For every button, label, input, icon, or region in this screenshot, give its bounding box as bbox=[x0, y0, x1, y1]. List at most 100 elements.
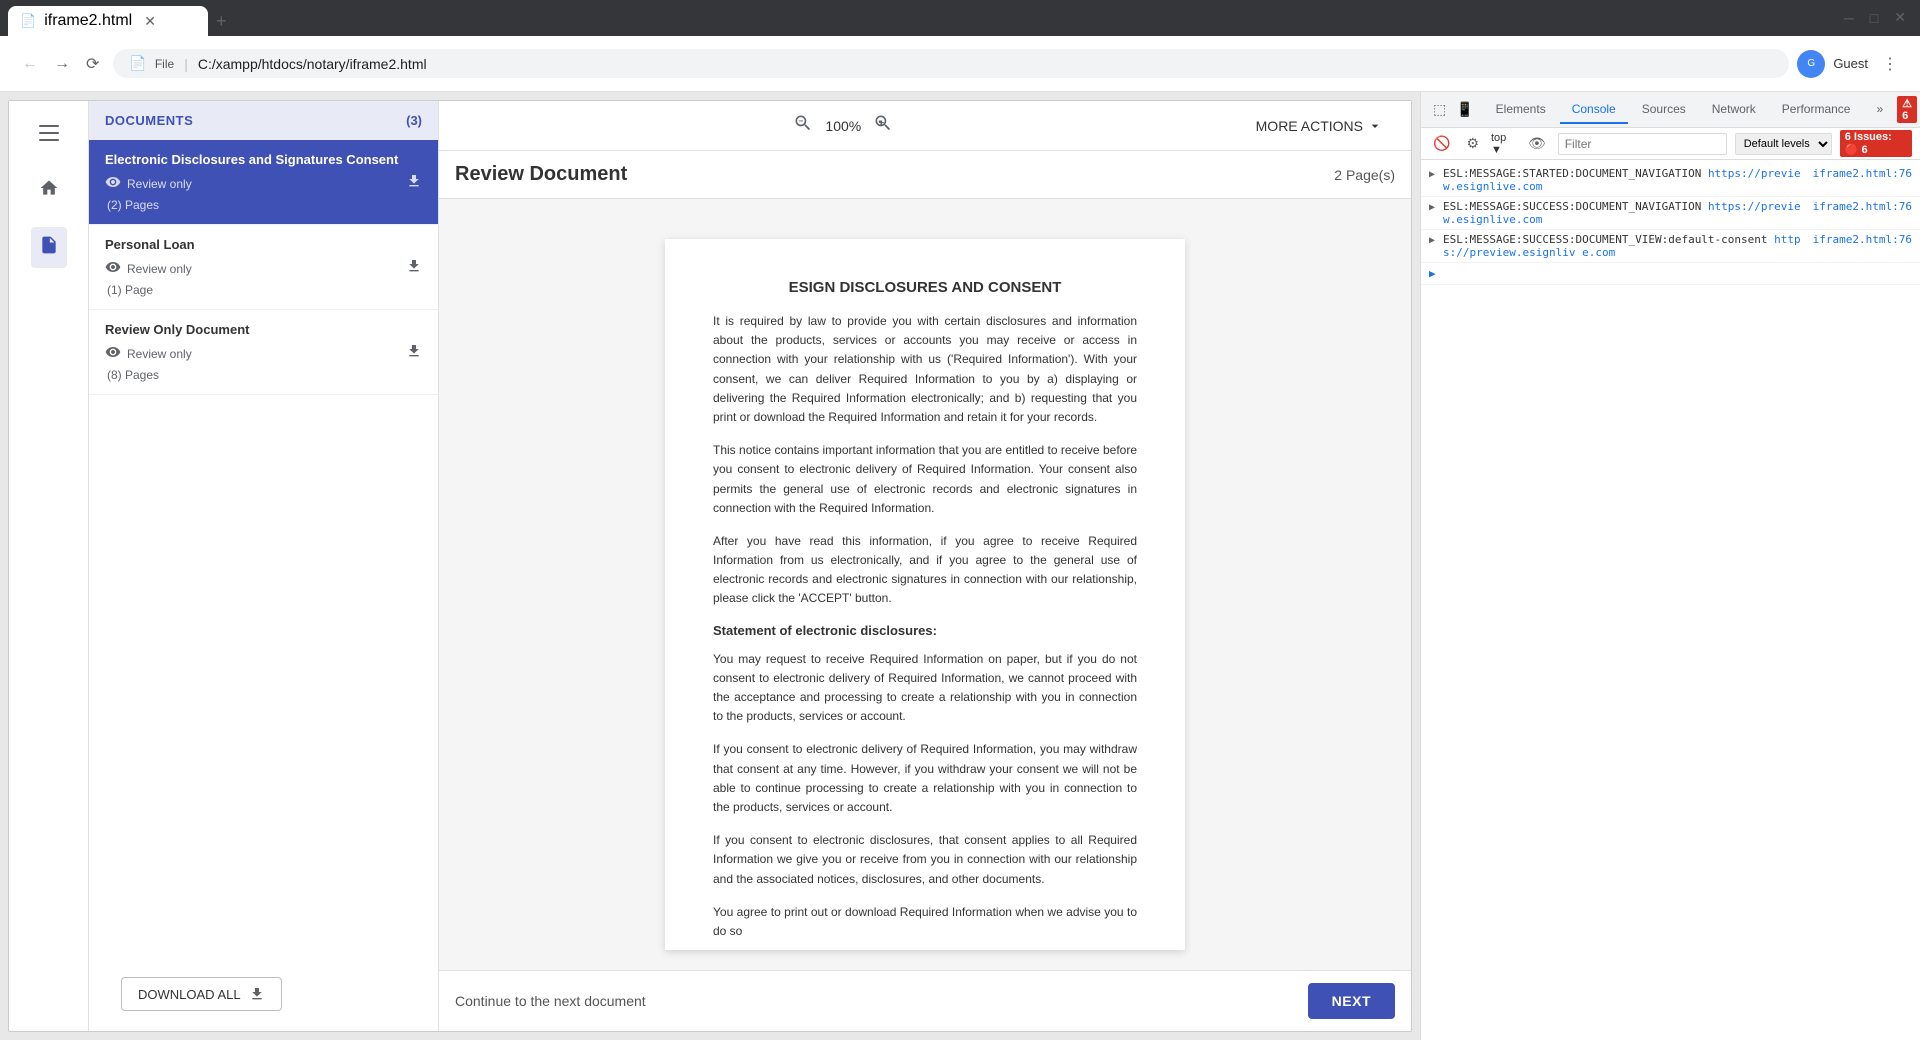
document-item-1-pages: (2) Pages bbox=[105, 198, 422, 212]
download-all-label: DOWNLOAD ALL bbox=[138, 987, 241, 1002]
panel-count: (3) bbox=[406, 113, 422, 128]
url-bar[interactable]: 📄 File | C:/xampp/htdocs/notary/iframe2.… bbox=[113, 49, 1789, 78]
zoom-controls: 100% bbox=[455, 109, 1232, 142]
console-eye-button[interactable]: 👁 bbox=[1524, 131, 1550, 156]
devtools-panel: ⬚ 📱 Elements Console Sources Network Per… bbox=[1420, 92, 1920, 1040]
close-button[interactable]: ✕ bbox=[1888, 3, 1912, 32]
tab-close-button[interactable]: ✕ bbox=[140, 11, 160, 32]
document-item-2-pages: (1) Page bbox=[105, 283, 422, 297]
devtools-console-toolbar: 🚫 ⚙ top ▼ 👁 Default levels 6 Issues: 🔴 6 bbox=[1421, 128, 1920, 160]
notary-nav-sidebar bbox=[9, 101, 89, 1031]
console-arrow-2[interactable]: ▶ bbox=[1429, 202, 1435, 213]
console-file-3[interactable]: iframe2.html:76 bbox=[1813, 233, 1912, 246]
console-text-3: ESL:MESSAGE:SUCCESS:DOCUMENT_VIEW:defaul… bbox=[1443, 233, 1805, 259]
download-icon-2[interactable] bbox=[406, 258, 422, 279]
console-arrow-3[interactable]: ▶ bbox=[1429, 235, 1435, 246]
doc-paragraph-1: It is required by law to provide you wit… bbox=[713, 312, 1137, 427]
devtools-tab-network[interactable]: Network bbox=[1700, 96, 1768, 124]
document-item-1-title: Electronic Disclosures and Signatures Co… bbox=[105, 152, 422, 167]
devtools-tab-more[interactable]: » bbox=[1864, 96, 1895, 124]
document-item-2-sub: Review only bbox=[105, 258, 422, 279]
devtools-inspect-button[interactable]: ⬚ bbox=[1429, 97, 1450, 122]
console-clear-button[interactable]: 🚫 bbox=[1429, 131, 1454, 156]
zoom-in-button[interactable] bbox=[869, 109, 897, 142]
console-settings-button[interactable]: ⚙ bbox=[1462, 131, 1483, 156]
devtools-error-count-badge: 6 Issues: 🔴 6 bbox=[1840, 130, 1912, 157]
next-button[interactable]: NEXT bbox=[1308, 983, 1395, 1019]
console-arrow-1[interactable]: ▶ bbox=[1429, 169, 1435, 180]
doc-paragraph-5: If you consent to electronic delivery of… bbox=[713, 740, 1137, 817]
document-item-3[interactable]: Review Only Document Review only bbox=[89, 310, 438, 395]
console-expand-row[interactable]: ▶ bbox=[1421, 263, 1920, 285]
forward-button[interactable]: → bbox=[48, 48, 76, 80]
console-file-2[interactable]: iframe2.html:76 bbox=[1813, 200, 1912, 213]
doc-main-title: ESIGN DISCLOSURES AND CONSENT bbox=[713, 279, 1137, 296]
zoom-level: 100% bbox=[825, 118, 861, 134]
home-icon[interactable] bbox=[31, 170, 67, 211]
panel-header: DOCUMENTS (3) bbox=[89, 101, 438, 140]
extensions-button[interactable]: ⋮ bbox=[1876, 48, 1904, 80]
more-actions-label: MORE ACTIONS bbox=[1256, 118, 1363, 134]
download-all-button[interactable]: DOWNLOAD ALL bbox=[121, 977, 282, 1011]
devtools-icons-right: ⚠ 6 ⚙ ⋮ ✕ bbox=[1897, 96, 1920, 123]
doc-paragraph-4: You may request to receive Required Info… bbox=[713, 650, 1137, 727]
address-bar-row: ← → ⟳ 📄 File | C:/xampp/htdocs/notary/if… bbox=[0, 36, 1920, 92]
document-item-1-sub: Review only bbox=[105, 173, 422, 194]
document-item-3-sub: Review only bbox=[105, 343, 422, 364]
doc-review-header: Review Document 2 Page(s) bbox=[439, 151, 1411, 199]
doc-paragraph-3: After you have read this information, if… bbox=[713, 532, 1137, 609]
error-badge: ⚠ 6 bbox=[1897, 96, 1917, 123]
eye-icon-3 bbox=[105, 344, 121, 363]
hamburger-menu[interactable] bbox=[31, 117, 67, 154]
document-item-2[interactable]: Personal Loan Review only bbox=[89, 225, 438, 310]
zoom-out-button[interactable] bbox=[789, 109, 817, 142]
console-text-2: ESL:MESSAGE:SUCCESS:DOCUMENT_NAVIGATION … bbox=[1443, 200, 1805, 226]
doc-toolbar: 100% MORE ACTIONS bbox=[439, 101, 1411, 151]
eye-icon-2 bbox=[105, 259, 121, 278]
back-button[interactable]: ← bbox=[16, 48, 44, 80]
document-item-3-pages: (8) Pages bbox=[105, 368, 422, 382]
url-file-icon: 📄 bbox=[129, 55, 146, 72]
devtools-tab-sources[interactable]: Sources bbox=[1630, 96, 1698, 124]
url-label: File bbox=[155, 57, 174, 71]
maximize-button[interactable]: □ bbox=[1864, 4, 1884, 32]
devtools-console-output: ▶ ESL:MESSAGE:STARTED:DOCUMENT_NAVIGATIO… bbox=[1421, 160, 1920, 1040]
document-item-1[interactable]: Electronic Disclosures and Signatures Co… bbox=[89, 140, 438, 225]
tab-title: iframe2.html bbox=[44, 12, 132, 30]
documents-panel: DOCUMENTS (3) Electronic Disclosures and… bbox=[89, 101, 439, 1031]
more-actions-button[interactable]: MORE ACTIONS bbox=[1244, 112, 1395, 140]
eye-icon-1 bbox=[105, 174, 121, 193]
download-icon-3[interactable] bbox=[406, 343, 422, 364]
doc-section-title: Statement of electronic disclosures: bbox=[713, 623, 1137, 638]
doc-paragraph-7: You agree to print out or download Requi… bbox=[713, 903, 1137, 941]
console-file-1[interactable]: iframe2.html:76 bbox=[1813, 167, 1912, 180]
devtools-levels-select[interactable]: Default levels bbox=[1735, 133, 1832, 155]
devtools-tabs-bar: ⬚ 📱 Elements Console Sources Network Per… bbox=[1421, 92, 1920, 128]
devtools-tab-performance[interactable]: Performance bbox=[1770, 96, 1863, 124]
tab-favicon: 📄 bbox=[20, 13, 36, 29]
doc-title: Review Document bbox=[455, 163, 627, 186]
continue-text: Continue to the next document bbox=[455, 993, 646, 1009]
panel-items-list: Electronic Disclosures and Signatures Co… bbox=[89, 140, 438, 957]
minimize-button[interactable]: ─ bbox=[1838, 4, 1860, 32]
console-expand-link[interactable]: ▶ bbox=[1429, 267, 1436, 280]
doc-content: ESIGN DISCLOSURES AND CONSENT It is requ… bbox=[439, 219, 1411, 970]
url-text: C:/xampp/htdocs/notary/iframe2.html bbox=[198, 56, 1773, 72]
document-item-1-review: Review only bbox=[127, 177, 192, 191]
console-entry-1: ▶ ESL:MESSAGE:STARTED:DOCUMENT_NAVIGATIO… bbox=[1421, 164, 1920, 197]
devtools-device-button[interactable]: 📱 bbox=[1452, 97, 1477, 122]
document-icon[interactable] bbox=[31, 227, 67, 268]
console-entry-3: ▶ ESL:MESSAGE:SUCCESS:DOCUMENT_VIEW:defa… bbox=[1421, 230, 1920, 263]
profile-avatar[interactable]: G bbox=[1797, 50, 1825, 78]
devtools-tab-elements[interactable]: Elements bbox=[1484, 96, 1558, 124]
console-top-label: top ▼ bbox=[1491, 132, 1516, 156]
devtools-tab-console[interactable]: Console bbox=[1560, 96, 1628, 124]
new-tab-button[interactable]: + bbox=[208, 7, 235, 36]
console-entry-2: ▶ ESL:MESSAGE:SUCCESS:DOCUMENT_NAVIGATIO… bbox=[1421, 197, 1920, 230]
panel-header-title: DOCUMENTS bbox=[105, 113, 193, 128]
devtools-filter-input[interactable] bbox=[1558, 133, 1727, 155]
download-icon-1[interactable] bbox=[406, 173, 422, 194]
active-tab[interactable]: 📄 iframe2.html ✕ bbox=[8, 6, 208, 36]
doc-paper: ESIGN DISCLOSURES AND CONSENT It is requ… bbox=[665, 239, 1185, 950]
reload-button[interactable]: ⟳ bbox=[80, 48, 105, 80]
